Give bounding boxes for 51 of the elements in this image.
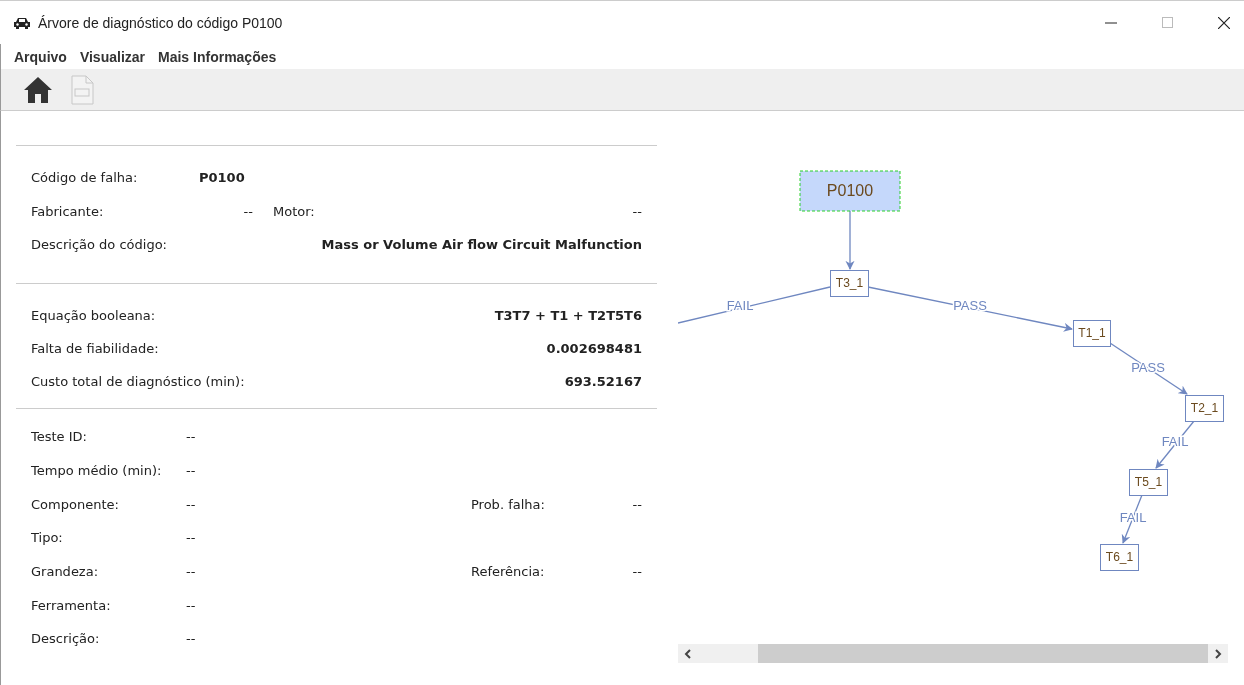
field-value: -- <box>632 203 642 219</box>
field-value: -- <box>632 564 642 580</box>
field-label: Ferramenta: <box>31 597 112 613</box>
field-value: 693.52167 <box>564 374 642 389</box>
window-title: Árvore de diagnóstico do código P0100 <box>38 14 283 31</box>
test-node[interactable]: T5_1 <box>1129 469 1168 496</box>
test-node[interactable]: T1_1 <box>1073 320 1111 347</box>
scroll-left-icon[interactable] <box>684 648 692 659</box>
field-value: -- <box>242 203 253 219</box>
field-label: Código de falha: <box>31 169 139 185</box>
menu-item[interactable]: Visualizar <box>79 48 145 65</box>
fault-code: P0100 <box>199 169 245 185</box>
close-icon[interactable] <box>1218 16 1230 29</box>
field-value: -- <box>186 429 197 445</box>
scroll-right-icon[interactable] <box>1214 648 1222 659</box>
car-icon <box>13 16 31 29</box>
field-value: -- <box>186 463 197 479</box>
field-value: -- <box>186 597 197 613</box>
field-label: Grandeza: <box>31 564 100 580</box>
field-label: Falta de fiabilidade: <box>31 341 159 356</box>
field-label: Tipo: <box>31 530 64 546</box>
field-label: Prob. falha: <box>471 496 546 512</box>
field-label: Fabricante: <box>31 203 105 219</box>
field-label: Componente: <box>31 496 120 512</box>
field-label: Descrição: <box>31 631 101 647</box>
menu-item[interactable]: Arquivo <box>14 48 67 65</box>
root-node[interactable]: P0100 <box>799 170 901 212</box>
test-node[interactable]: T6_1 <box>1100 544 1139 571</box>
home-icon[interactable] <box>23 75 53 104</box>
field-value: -- <box>186 530 197 546</box>
field-value: T3T7 + T1 + T2T5T6 <box>494 308 642 323</box>
test-node[interactable]: T2_1 <box>1185 395 1224 422</box>
field-label: Equação booleana: <box>31 308 156 323</box>
field-value: Mass or Volume Air flow Circuit Malfunction <box>321 237 642 252</box>
field-value: 0.002698481 <box>546 341 642 356</box>
field-label: Descrição do código: <box>31 237 167 252</box>
maximize-icon[interactable] <box>1162 17 1173 28</box>
test-node[interactable]: T3_1 <box>830 270 869 297</box>
field-label: Tempo médio (min): <box>31 463 163 479</box>
field-value: -- <box>186 496 197 512</box>
field-label: Teste ID: <box>31 429 88 445</box>
field-label: Motor: <box>273 203 315 219</box>
horizontal-scrollbar[interactable] <box>678 644 1228 663</box>
field-value: -- <box>186 564 197 580</box>
scrollbar-thumb[interactable] <box>758 644 1208 663</box>
field-label: Referência: <box>471 564 546 580</box>
field-label: Custo total de diagnóstico (min): <box>31 374 245 389</box>
field-value: -- <box>186 631 197 647</box>
menu-item[interactable]: Mais Informações <box>158 48 277 65</box>
field-value: -- <box>632 496 642 512</box>
connector-arrow <box>845 210 855 270</box>
